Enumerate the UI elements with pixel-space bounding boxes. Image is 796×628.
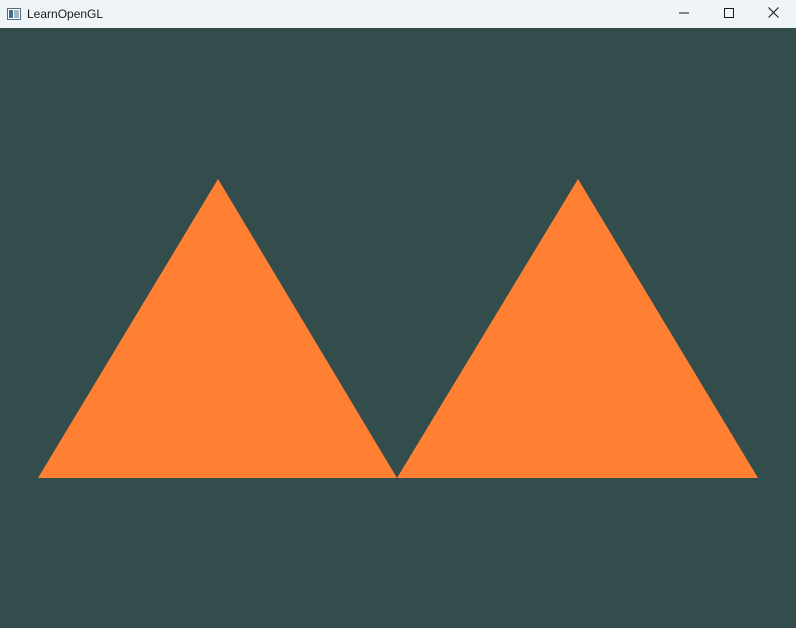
render-canvas [38,179,758,478]
close-button[interactable] [751,0,796,28]
window-title: LearnOpenGL [27,7,104,21]
app-window: LearnOpenGL [0,0,796,628]
close-icon [768,5,779,23]
minimize-button[interactable] [661,0,706,28]
opengl-window-icon [6,6,22,22]
triangle-left [38,179,397,478]
minimize-icon [678,5,689,23]
maximize-icon [723,5,734,23]
maximize-button[interactable] [706,0,751,28]
title-bar[interactable]: LearnOpenGL [0,0,796,28]
opengl-viewport[interactable] [0,28,796,628]
triangle-right [397,179,758,478]
window-controls [661,0,796,28]
